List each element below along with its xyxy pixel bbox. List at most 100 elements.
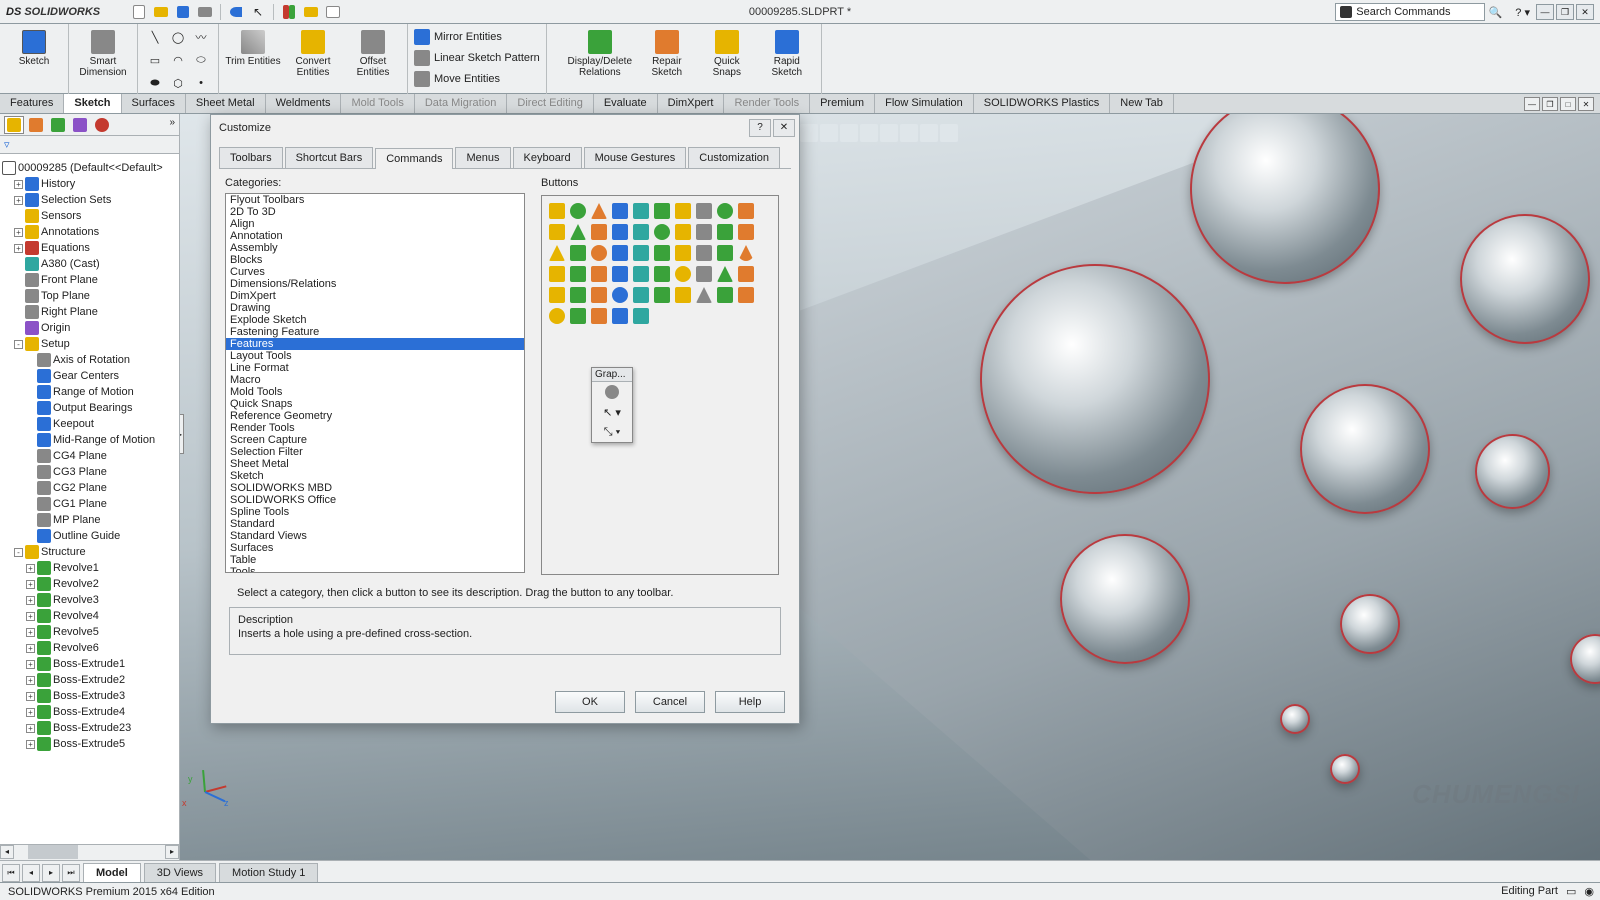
category-item[interactable]: Explode Sketch <box>226 314 524 326</box>
dialog-tab-customization[interactable]: Customization <box>688 147 780 168</box>
tree-item[interactable]: Top Plane <box>2 288 177 304</box>
orientation-triad[interactable]: z y x <box>180 766 230 816</box>
line-icon[interactable]: ╲ <box>144 26 166 48</box>
tree-item[interactable]: A380 (Cast) <box>2 256 177 272</box>
status-custom-icon[interactable]: ◉ <box>1584 885 1594 898</box>
command-icon[interactable] <box>653 244 671 262</box>
category-item[interactable]: Flyout Toolbars <box>226 194 524 206</box>
tree-item[interactable]: +Annotations <box>2 224 177 240</box>
command-icon[interactable] <box>653 202 671 220</box>
expand-toggle[interactable]: + <box>26 644 35 653</box>
tree-item[interactable]: +Boss-Extrude1 <box>2 656 177 672</box>
tree-item[interactable]: Output Bearings <box>2 400 177 416</box>
minimize-button[interactable]: — <box>1536 4 1554 20</box>
expand-toggle[interactable]: + <box>14 228 23 237</box>
help-button[interactable]: Help <box>715 691 785 713</box>
tree-item[interactable]: +Revolve5 <box>2 624 177 640</box>
dialog-help-button[interactable]: ? <box>749 119 771 137</box>
tree-item[interactable]: +Revolve1 <box>2 560 177 576</box>
command-icon[interactable] <box>548 286 566 304</box>
tab-nav-prev[interactable]: ◂ <box>22 864 40 882</box>
flyout-tree-splitter[interactable]: ▸ <box>180 414 184 454</box>
expand-toggle[interactable]: + <box>26 676 35 685</box>
category-item[interactable]: SOLIDWORKS Office <box>226 494 524 506</box>
tree-root-item[interactable]: 00009285 (Default<<Default> <box>2 160 177 176</box>
category-item[interactable]: Drawing <box>226 302 524 314</box>
expand-toggle[interactable]: + <box>26 740 35 749</box>
cm-tab-dimxpert[interactable]: DimXpert <box>658 94 725 113</box>
dialog-tab-menus[interactable]: Menus <box>455 147 510 168</box>
command-icon[interactable] <box>653 286 671 304</box>
tree-item[interactable]: Keepout <box>2 416 177 432</box>
command-icon[interactable] <box>716 223 734 241</box>
tree-item[interactable]: CG1 Plane <box>2 496 177 512</box>
category-item[interactable]: Fastening Feature <box>226 326 524 338</box>
tree-item[interactable]: +Boss-Extrude2 <box>2 672 177 688</box>
motion-study-tab[interactable]: Motion Study 1 <box>219 863 318 882</box>
tree-item[interactable]: Origin <box>2 320 177 336</box>
command-icon[interactable] <box>632 265 650 283</box>
select-icon[interactable]: ↖ <box>249 3 267 21</box>
command-icon[interactable] <box>590 265 608 283</box>
category-item[interactable]: Surfaces <box>226 542 524 554</box>
save-icon[interactable] <box>174 3 192 21</box>
command-icon[interactable] <box>569 286 587 304</box>
tree-item[interactable]: +Revolve2 <box>2 576 177 592</box>
tree-item[interactable]: Range of Motion <box>2 384 177 400</box>
tree-item[interactable]: +Revolve6 <box>2 640 177 656</box>
command-icon[interactable] <box>548 202 566 220</box>
category-item[interactable]: Layout Tools <box>226 350 524 362</box>
display-manager-tab[interactable] <box>92 116 112 134</box>
expand-toggle[interactable]: + <box>26 612 35 621</box>
point-icon[interactable]: • <box>190 72 212 94</box>
category-item[interactable]: DimXpert <box>226 290 524 302</box>
command-icon[interactable] <box>632 307 650 325</box>
rapid-sketch-button[interactable]: Rapid Sketch <box>759 26 815 92</box>
tree-item[interactable]: +Revolve3 <box>2 592 177 608</box>
tree-item[interactable]: +Boss-Extrude4 <box>2 704 177 720</box>
command-icon[interactable] <box>653 223 671 241</box>
tree-item[interactable]: +Equations <box>2 240 177 256</box>
tree-item[interactable]: Mid-Range of Motion <box>2 432 177 448</box>
smart-dimension-button[interactable]: Smart Dimension <box>75 26 131 82</box>
tree-item[interactable]: Outline Guide <box>2 528 177 544</box>
dialog-titlebar[interactable]: Customize ? ✕ <box>211 115 799 141</box>
command-icon[interactable] <box>590 307 608 325</box>
cm-tab-direct-editing[interactable]: Direct Editing <box>507 94 593 113</box>
tree-item[interactable]: +Boss-Extrude5 <box>2 736 177 752</box>
cancel-button[interactable]: Cancel <box>635 691 705 713</box>
category-item[interactable]: Table <box>226 554 524 566</box>
expand-toggle[interactable]: + <box>14 180 23 189</box>
cm-tab-data-migration[interactable]: Data Migration <box>415 94 508 113</box>
command-icon[interactable] <box>716 286 734 304</box>
circle-icon[interactable]: ◯ <box>167 26 189 48</box>
command-icon[interactable] <box>611 244 629 262</box>
category-item[interactable]: Standard <box>226 518 524 530</box>
cm-tab-premium[interactable]: Premium <box>810 94 875 113</box>
status-units-icon[interactable]: ▭ <box>1566 885 1576 898</box>
command-icon[interactable] <box>737 286 755 304</box>
tree-item[interactable]: -Setup <box>2 336 177 352</box>
cm-tab-render-tools[interactable]: Render Tools <box>724 94 810 113</box>
command-icon[interactable] <box>695 202 713 220</box>
command-icon[interactable] <box>548 265 566 283</box>
cm-tab-surfaces[interactable]: Surfaces <box>122 94 186 113</box>
cm-tab-evaluate[interactable]: Evaluate <box>594 94 658 113</box>
command-icon[interactable] <box>674 286 692 304</box>
slot-icon[interactable]: ⬬ <box>144 72 166 94</box>
command-icon[interactable] <box>737 223 755 241</box>
command-icon[interactable] <box>611 286 629 304</box>
feature-tree-filter[interactable]: ▿ <box>0 136 180 154</box>
command-icon[interactable] <box>632 202 650 220</box>
command-icon[interactable] <box>590 244 608 262</box>
cm-tab-solidworks-plastics[interactable]: SOLIDWORKS Plastics <box>974 94 1111 113</box>
search-go-icon[interactable]: 🔍 <box>1487 6 1503 19</box>
category-item[interactable]: Selection Filter <box>226 446 524 458</box>
tree-item[interactable]: Axis of Rotation <box>2 352 177 368</box>
tree-item[interactable]: Front Plane <box>2 272 177 288</box>
command-icon[interactable] <box>737 244 755 262</box>
command-icon[interactable] <box>674 244 692 262</box>
tree-item[interactable]: Right Plane <box>2 304 177 320</box>
sketch-button[interactable]: Sketch <box>6 26 62 71</box>
command-icon[interactable] <box>737 265 755 283</box>
